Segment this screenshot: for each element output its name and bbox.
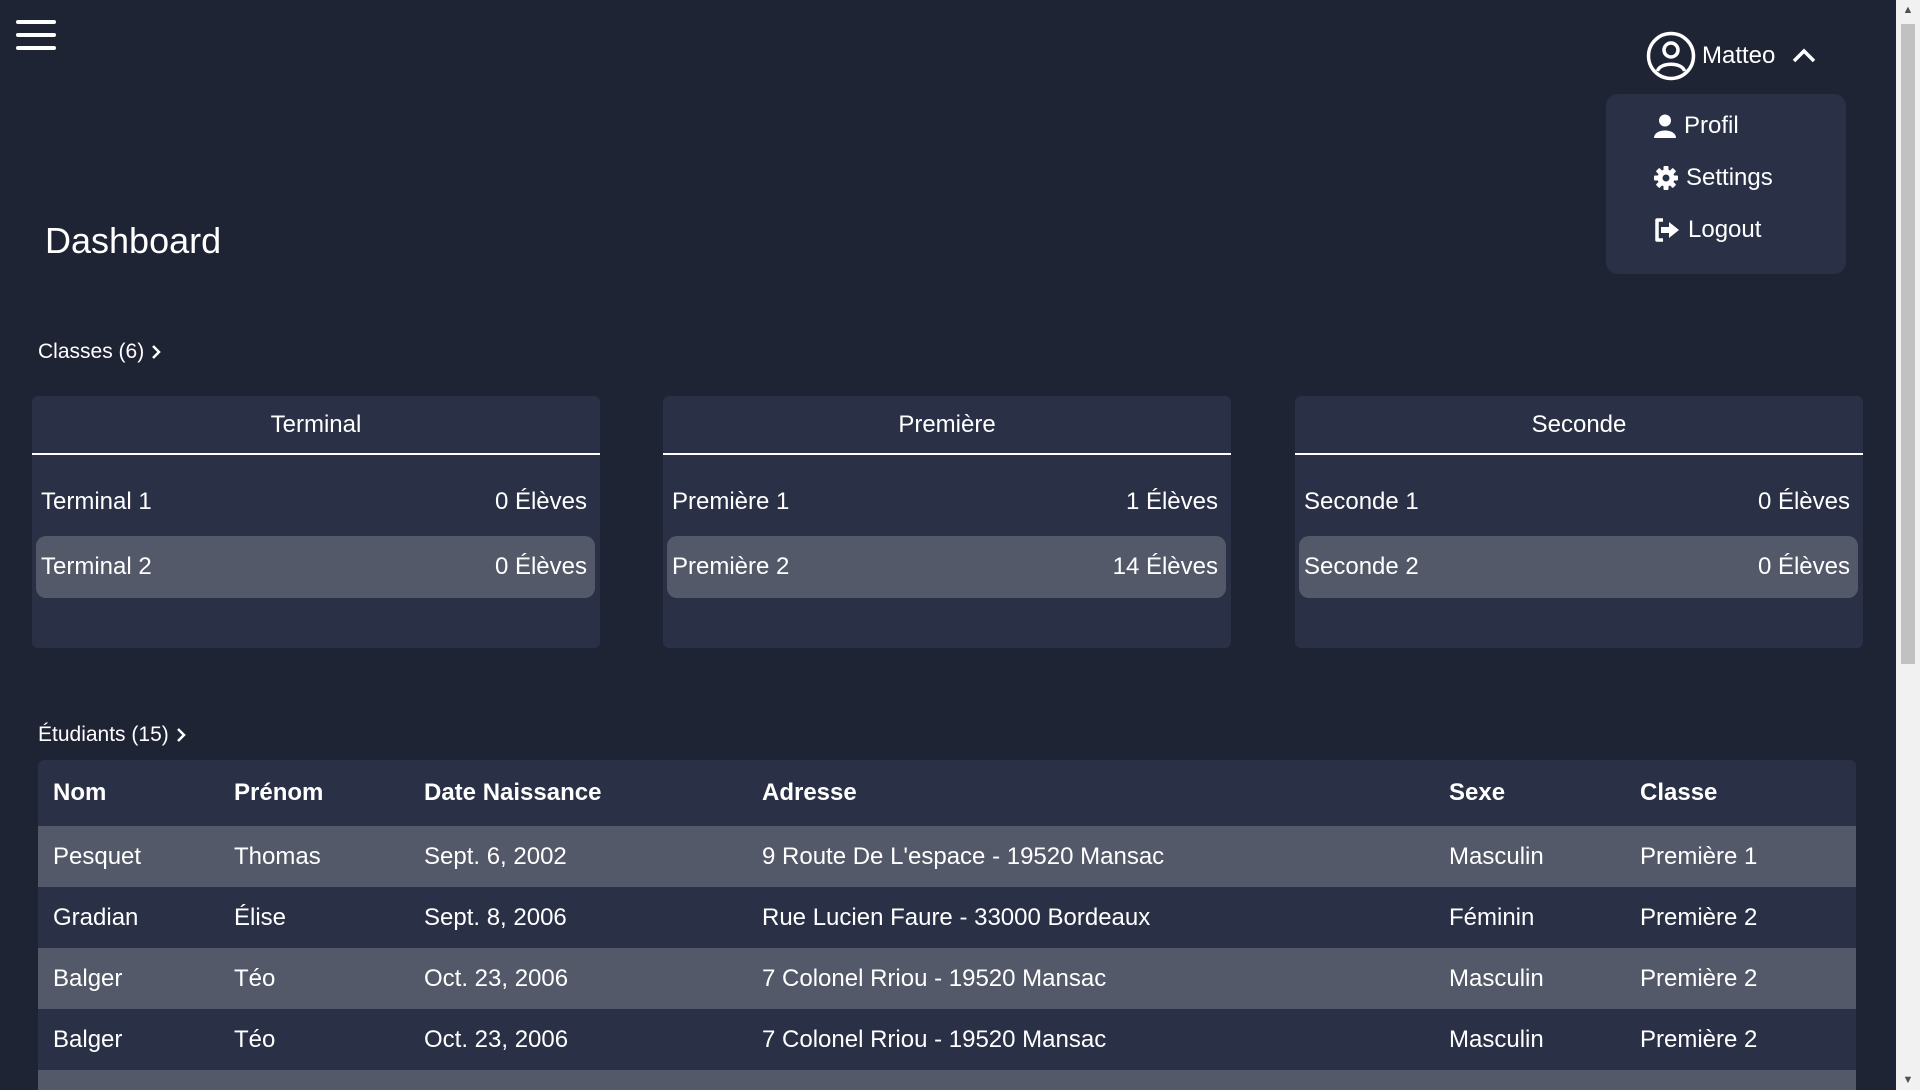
class-count: 0 Élèves xyxy=(494,488,587,515)
menu-bar xyxy=(16,33,56,37)
chevron-up-icon xyxy=(1793,48,1816,63)
cell-date: Oct. 23, 2006 xyxy=(424,964,569,992)
user-menu-toggle[interactable]: Matteo xyxy=(1646,30,1819,82)
class-count: 14 Élèves xyxy=(1112,553,1218,580)
students-link[interactable]: Étudiants (15) xyxy=(38,723,187,747)
class-name: Terminal 2 xyxy=(41,553,152,580)
column-header-classe[interactable]: Classe xyxy=(1625,760,1856,826)
cell-classe: Première 2 xyxy=(1640,903,1758,931)
page-scrollbar[interactable]: ▲ ▼ xyxy=(1896,0,1920,1090)
cell-prenom: Thomas xyxy=(234,842,321,870)
chevron-right-icon xyxy=(176,728,186,742)
table-row[interactable]: Balger Téo Oct. 23, 2006 7 Colonel Rriou… xyxy=(38,948,1856,1009)
gear-icon xyxy=(1654,166,1678,190)
class-name: Terminal 1 xyxy=(41,488,152,515)
menu-item-label: Profil xyxy=(1684,112,1739,139)
cell-adresse: 9 Route De L'espace - 19520 Mansac xyxy=(762,842,1165,870)
class-count: 0 Élèves xyxy=(1757,488,1850,515)
class-row[interactable]: Première 2 14 Élèves xyxy=(667,536,1226,598)
class-count: 0 Élèves xyxy=(1757,553,1850,580)
menu-bar xyxy=(16,20,56,24)
user-dropdown-menu: Profil Settings Logout xyxy=(1606,94,1846,274)
column-header-sexe[interactable]: Sexe xyxy=(1434,760,1625,826)
cell-sexe: Féminin xyxy=(1449,903,1535,931)
class-card-title: Terminal xyxy=(32,396,600,455)
menu-bar xyxy=(16,46,56,50)
chevron-right-icon xyxy=(152,345,161,359)
table-header-row: Nom Prénom Date Naissance Adresse Sexe C… xyxy=(38,760,1856,826)
column-header-date-naissance[interactable]: Date Naissance xyxy=(409,760,747,826)
class-card-title: Seconde xyxy=(1295,396,1863,455)
cell-prenom: Téo xyxy=(234,1025,276,1053)
cell-classe: Première 2 xyxy=(1640,1025,1758,1053)
table-row[interactable]: Pesquet Thomas Sept. 6, 2002 9 Route De … xyxy=(38,826,1856,887)
students-table: Nom Prénom Date Naissance Adresse Sexe C… xyxy=(38,760,1856,1090)
scrollbar-thumb[interactable] xyxy=(1901,24,1915,664)
cell-date: Sept. 6, 2002 xyxy=(424,842,567,870)
menu-item-logout[interactable]: Logout xyxy=(1654,216,1761,244)
class-name: Seconde 2 xyxy=(1304,553,1419,580)
students-label: Étudiants (15) xyxy=(38,723,169,746)
class-row[interactable]: Seconde 1 0 Élèves xyxy=(1299,471,1858,533)
class-row[interactable]: Terminal 1 0 Élèves xyxy=(36,471,595,533)
classes-label: Classes (6) xyxy=(38,340,145,363)
students-table-container: Nom Prénom Date Naissance Adresse Sexe C… xyxy=(38,760,1856,1090)
cell-adresse: 7 Colonel Rriou - 19520 Mansac xyxy=(762,964,1107,992)
menu-item-settings[interactable]: Settings xyxy=(1654,164,1773,192)
cell-nom: Gradian xyxy=(53,903,139,931)
class-row[interactable]: Terminal 2 0 Élèves xyxy=(36,536,595,598)
cell-sexe: Masculin xyxy=(1449,842,1544,870)
menu-item-profil[interactable]: Profil xyxy=(1654,112,1739,140)
cell-sexe: Masculin xyxy=(1449,964,1544,992)
classes-link[interactable]: Classes (6) xyxy=(38,340,162,364)
cell-date: Oct. 23, 2006 xyxy=(424,1025,569,1053)
user-icon xyxy=(1654,114,1676,138)
column-header-prenom[interactable]: Prénom xyxy=(219,760,409,826)
menu-item-label: Settings xyxy=(1686,164,1773,191)
cell-adresse: 7 Colonel Rriou - 19520 Mansac xyxy=(762,1025,1107,1053)
user-circle-icon xyxy=(1646,31,1696,81)
user-name: Matteo xyxy=(1702,42,1776,69)
cell-nom: Balger xyxy=(53,1025,123,1053)
logout-icon xyxy=(1655,218,1679,242)
menu-item-label: Logout xyxy=(1688,216,1762,243)
cell-sexe: Masculin xyxy=(1449,1025,1544,1053)
table-row-partial[interactable] xyxy=(38,1070,1856,1090)
scroll-down-arrow-icon[interactable]: ▼ xyxy=(1896,1070,1920,1090)
cell-adresse: Rue Lucien Faure - 33000 Bordeaux xyxy=(762,903,1151,931)
cell-prenom: Élise xyxy=(234,903,287,931)
class-name: Première 1 xyxy=(672,488,790,515)
class-name: Première 2 xyxy=(672,553,790,580)
table-row[interactable]: Gradian Élise Sept. 8, 2006 Rue Lucien F… xyxy=(38,887,1856,948)
class-count: 1 Élèves xyxy=(1125,488,1218,515)
menu-toggle-button[interactable] xyxy=(14,18,58,52)
class-count: 0 Élèves xyxy=(494,553,587,580)
class-name: Seconde 1 xyxy=(1304,488,1419,515)
class-row[interactable]: Seconde 2 0 Élèves xyxy=(1299,536,1858,598)
cell-classe: Première 2 xyxy=(1640,964,1758,992)
class-row[interactable]: Première 1 1 Élèves xyxy=(667,471,1226,533)
class-card-title: Première xyxy=(663,396,1231,455)
cell-nom: Balger xyxy=(53,964,123,992)
column-header-adresse[interactable]: Adresse xyxy=(747,760,1434,826)
table-row[interactable]: Balger Téo Oct. 23, 2006 7 Colonel Rriou… xyxy=(38,1009,1856,1070)
column-header-nom[interactable]: Nom xyxy=(38,760,219,826)
cell-prenom: Téo xyxy=(234,964,276,992)
cell-classe: Première 1 xyxy=(1640,842,1758,870)
cell-date: Sept. 8, 2006 xyxy=(424,903,567,931)
cell-nom: Pesquet xyxy=(53,842,142,870)
scroll-up-arrow-icon[interactable]: ▲ xyxy=(1896,0,1920,20)
page-title: Dashboard xyxy=(45,220,222,261)
